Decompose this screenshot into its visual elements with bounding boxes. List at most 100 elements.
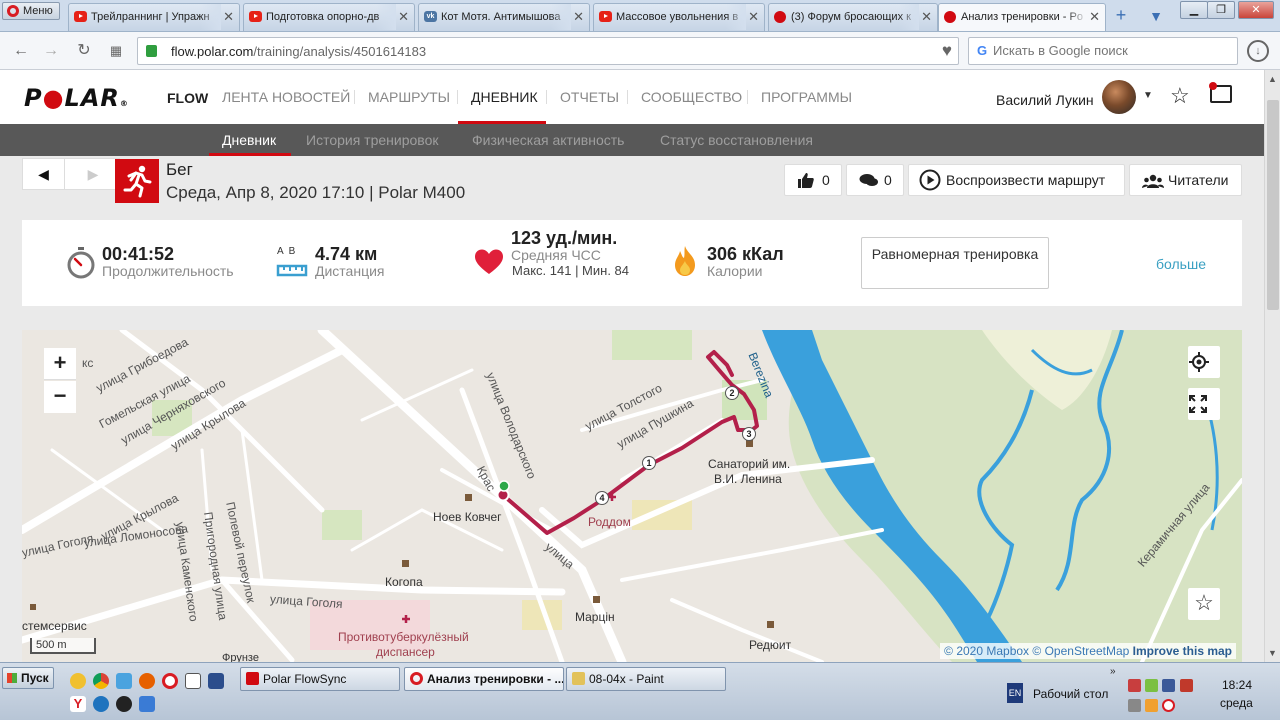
previous-training-button[interactable]: ◀: [23, 159, 65, 189]
close-icon[interactable]: ✕: [398, 4, 409, 30]
workout-type-button[interactable]: Равномерная тренировка: [861, 237, 1049, 289]
lap-marker[interactable]: 3: [742, 427, 756, 441]
browser-tab[interactable]: (3) Форум бросающих к ✕: [768, 3, 938, 31]
app-icon[interactable]: [139, 696, 155, 712]
scrollbar-thumb[interactable]: [1267, 100, 1279, 310]
user-name[interactable]: Василий Лукин: [996, 92, 1094, 108]
place-label: Фрунзе: [222, 652, 259, 662]
polar-logo[interactable]: P●LAR®: [24, 84, 129, 112]
chevron-down-icon[interactable]: ▼: [1143, 90, 1153, 101]
url-field[interactable]: flow.polar.com/training/analysis/4501614…: [137, 37, 959, 65]
browser-tab[interactable]: vk Кот Мотя. Антимышова ✕: [418, 3, 590, 31]
replay-route-button[interactable]: Воспроизвести маршрут: [908, 164, 1125, 196]
opera-icon: [410, 672, 423, 685]
ie-icon[interactable]: [93, 696, 109, 712]
subnav-activity[interactable]: Физическая активность: [472, 132, 624, 148]
readers-button[interactable]: Читатели: [1129, 164, 1242, 196]
taskbar-item[interactable]: 08-04x - Paint: [566, 667, 726, 691]
page-scrollbar[interactable]: ▲ ▼: [1264, 70, 1280, 662]
close-icon[interactable]: ✕: [921, 4, 932, 30]
subnav-recovery[interactable]: Статус восстановления: [660, 132, 813, 148]
subnav-diary[interactable]: Дневник: [222, 132, 276, 148]
tray-icon[interactable]: [1128, 679, 1141, 692]
tray-icon[interactable]: [1145, 699, 1158, 712]
bookmark-heart-icon[interactable]: ♥: [942, 41, 952, 61]
reload-icon[interactable]: ↻: [73, 40, 95, 62]
mapbox-link[interactable]: © 2020 Mapbox: [944, 644, 1029, 658]
osm-link[interactable]: © OpenStreetMap: [1032, 644, 1129, 658]
forward-arrow-icon[interactable]: →: [40, 40, 62, 62]
window-icon[interactable]: [185, 673, 201, 689]
start-button[interactable]: Пуск: [2, 667, 54, 689]
maximize-button[interactable]: ❐: [1207, 1, 1235, 19]
minimize-button[interactable]: ▁: [1180, 1, 1208, 19]
lap-marker[interactable]: 4: [595, 491, 609, 505]
search-field[interactable]: G: [968, 37, 1238, 65]
desktop-toolbar-label[interactable]: Рабочий стол: [1033, 687, 1108, 701]
back-arrow-icon[interactable]: ←: [10, 40, 32, 62]
aimp-icon[interactable]: [70, 673, 86, 689]
firefox-icon[interactable]: [139, 673, 155, 689]
browser-menu-button[interactable]: Меню: [2, 2, 60, 20]
opera-icon[interactable]: [162, 673, 178, 689]
yandex-icon[interactable]: Y: [70, 696, 86, 712]
search-input[interactable]: [993, 43, 1223, 58]
next-training-button[interactable]: ▶: [67, 159, 119, 189]
close-icon[interactable]: ✕: [223, 4, 234, 30]
language-indicator[interactable]: EN: [1007, 683, 1023, 703]
tray-expand-icon[interactable]: »: [1110, 666, 1116, 677]
shield-icon[interactable]: [1180, 679, 1193, 692]
thumbs-up-icon: [797, 165, 815, 200]
more-link[interactable]: больше: [1156, 256, 1206, 272]
avatar[interactable]: [1102, 80, 1136, 114]
zoom-in-button[interactable]: +: [44, 348, 76, 380]
route-map[interactable]: улица Грибоедова Гомельская улица улица …: [22, 330, 1242, 662]
lap-marker[interactable]: 1: [642, 456, 656, 470]
place-label: Ноев Ковчег: [433, 510, 502, 524]
tray-icon[interactable]: [1145, 679, 1158, 692]
fullscreen-icon[interactable]: [1188, 388, 1220, 420]
improve-map-link[interactable]: Improve this map: [1133, 644, 1232, 658]
comments-button[interactable]: 0: [846, 164, 904, 196]
nav-routes[interactable]: МАРШРУТЫ: [368, 89, 450, 105]
tab-label: Кот Мотя. Антимышова: [441, 11, 561, 23]
nav-feed[interactable]: ЛЕНТА НОВОСТЕЙ: [222, 89, 350, 105]
lap-marker[interactable]: 2: [725, 386, 739, 400]
clock-time[interactable]: 18:24: [1222, 678, 1252, 692]
window-close-button[interactable]: ✕: [1238, 1, 1274, 19]
taskbar-item[interactable]: Polar FlowSync: [240, 667, 400, 691]
polar-flowsync-icon: [246, 672, 259, 685]
chrome-icon[interactable]: [93, 673, 109, 689]
calendar-icon[interactable]: [208, 673, 224, 689]
scroll-down-icon[interactable]: ▼: [1268, 648, 1277, 658]
explorer-icon[interactable]: [116, 673, 132, 689]
speed-dial-grid-icon[interactable]: ▦: [105, 40, 127, 62]
media-player-icon[interactable]: [116, 696, 132, 712]
download-icon[interactable]: ↓: [1247, 40, 1269, 62]
browser-tab[interactable]: Трейлраннинг | Упражн ✕: [68, 3, 240, 31]
taskbar-item-active[interactable]: Анализ тренировки - ...: [404, 667, 564, 691]
close-icon[interactable]: ✕: [1089, 4, 1100, 30]
tray-icon[interactable]: [1162, 679, 1175, 692]
locate-icon[interactable]: [1188, 346, 1220, 378]
close-icon[interactable]: ✕: [748, 4, 759, 30]
sub-navigation: Дневник История тренировок Физическая ак…: [0, 124, 1264, 156]
star-icon[interactable]: ☆: [1170, 83, 1190, 109]
nav-reports[interactable]: ОТЧЕТЫ: [560, 89, 619, 105]
star-icon[interactable]: ☆: [1188, 588, 1220, 620]
subnav-history[interactable]: История тренировок: [306, 132, 438, 148]
nav-programs[interactable]: ПРОГРАММЫ: [761, 89, 852, 105]
nav-community[interactable]: СООБЩЕСТВО: [641, 89, 742, 105]
browser-tab[interactable]: Подготовка опорно-дв ✕: [243, 3, 415, 31]
new-tab-button[interactable]: +: [1110, 5, 1132, 27]
like-button[interactable]: 0: [784, 164, 842, 196]
scroll-up-icon[interactable]: ▲: [1268, 74, 1277, 84]
browser-tab[interactable]: Массовое увольнения в ✕: [593, 3, 765, 31]
tab-list-icon[interactable]: ▼: [1146, 6, 1166, 26]
browser-tab-active[interactable]: Анализ тренировки - Po ✕: [938, 3, 1106, 31]
opera-icon[interactable]: [1162, 699, 1175, 712]
tray-icon[interactable]: [1128, 699, 1141, 712]
zoom-out-button[interactable]: −: [44, 381, 76, 413]
nav-diary[interactable]: ДНЕВНИК: [471, 89, 538, 105]
close-icon[interactable]: ✕: [573, 4, 584, 30]
